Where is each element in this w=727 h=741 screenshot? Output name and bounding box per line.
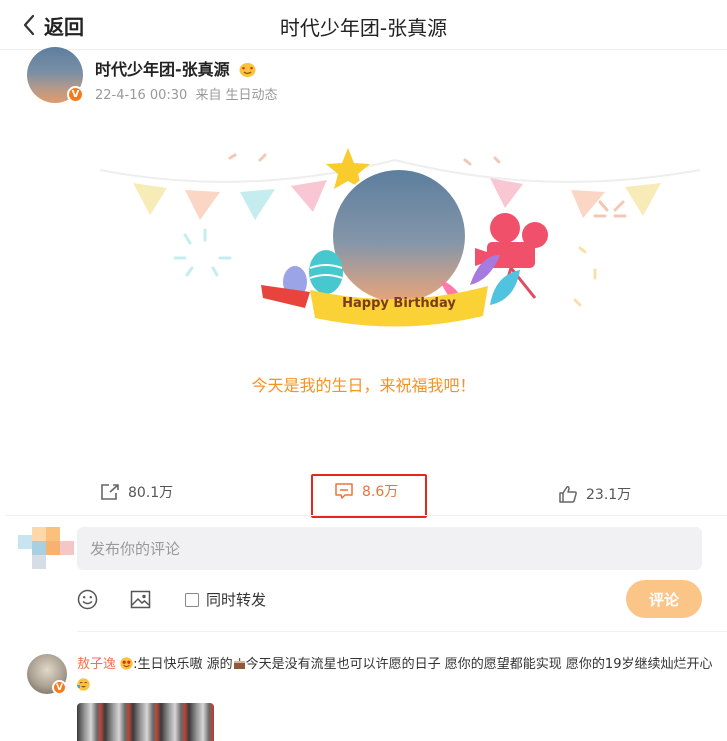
happy-birthday-banner: Happy Birthday [342, 296, 456, 311]
commenter-username[interactable]: 敖子逸 [77, 657, 116, 672]
repost-also-checkbox[interactable]: 同时转发 [185, 589, 266, 610]
divider [77, 631, 727, 632]
like-count: 23.1万 [586, 487, 632, 503]
birthday-message: 今天是我的生日，来祝福我吧！ [251, 376, 476, 395]
comment-text-part2: 今天是没有流星也可以许愿的日子 愿你的愿望都能实现 愿你的19岁继续灿烂开心 [245, 657, 713, 672]
birthday-card-illustration: Happy Birthday [99, 148, 701, 327]
thumbs-up-icon [559, 486, 577, 503]
share-icon [101, 484, 119, 500]
comment-highlight-box [311, 474, 427, 518]
author-name-text: 时代少年团-张真源 [95, 60, 230, 79]
comment-input[interactable] [77, 527, 702, 570]
post-meta: 22-4-16 00:30 来自 生日动态 [95, 84, 282, 103]
source-prefix: 来自 [195, 88, 222, 103]
cake-emoji-icon [233, 658, 245, 669]
heart-eyes-emoji-icon [120, 657, 133, 670]
image-icon[interactable] [130, 589, 151, 610]
like-button[interactable]: 23.1万 [558, 484, 631, 504]
comment-text-part1: :生日快乐嗷 源的 [133, 657, 233, 672]
repost-button[interactable]: 80.1万 [100, 482, 173, 502]
repost-also-label: 同时转发 [206, 591, 267, 609]
comment-text: 敖子逸 :生日快乐嗷 源的 今天是没有流星也可以许愿的日子 愿你的愿望都能实现 … [77, 654, 717, 696]
cheer-emoji-icon [77, 678, 90, 691]
emoji-icon[interactable] [77, 589, 98, 610]
heart-eyes-emoji-icon [239, 63, 256, 77]
verified-badge-icon: V [67, 86, 84, 103]
verified-badge-icon: V [52, 680, 67, 695]
divider [5, 515, 727, 516]
page-title: 时代少年团-张真源 [279, 16, 448, 40]
comment-image[interactable] [77, 703, 214, 741]
repost-count: 80.1万 [128, 485, 174, 501]
submit-comment-button[interactable]: 评论 [626, 580, 702, 618]
my-avatar[interactable] [18, 527, 74, 575]
post-date: 22-4-16 00:30 [95, 88, 188, 103]
top-bar: 返回 时代少年团-张真源 [0, 0, 727, 50]
checkbox-box[interactable] [185, 592, 199, 607]
post-source[interactable]: 生日动态 [226, 88, 278, 103]
author-name[interactable]: 时代少年团-张真源 [95, 56, 256, 80]
